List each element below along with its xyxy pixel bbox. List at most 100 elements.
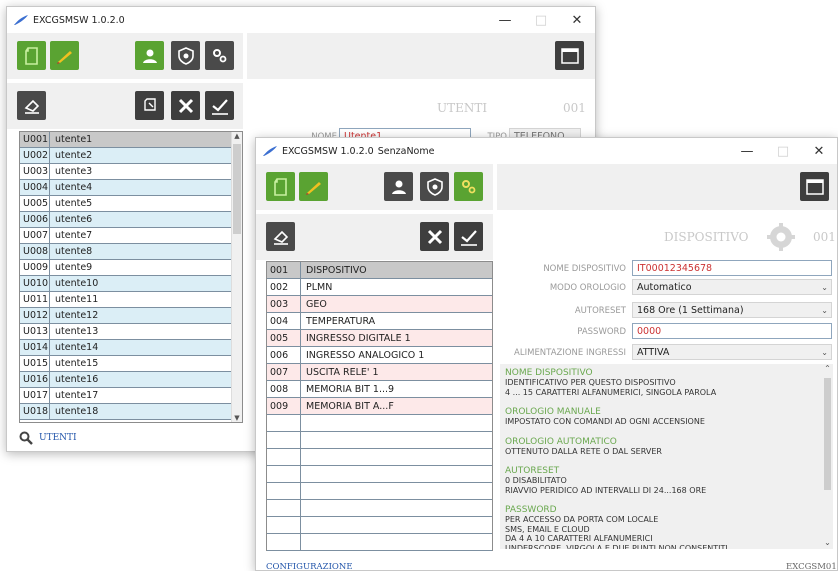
autoreset-select[interactable]: 168 Ore (1 Settimana) ⌄ <box>632 302 832 318</box>
front-open-button[interactable] <box>299 172 328 201</box>
menu-row[interactable] <box>267 415 492 432</box>
back-section-title: UTENTI <box>437 101 488 115</box>
menu-row[interactable] <box>267 432 492 449</box>
front-erase-button[interactable] <box>266 222 295 251</box>
user-name: utente6 <box>55 214 93 225</box>
user-row[interactable]: U011 utente11 <box>20 292 242 308</box>
users-search-label: UTENTI <box>39 433 77 443</box>
menu-code: 007 <box>267 364 301 380</box>
clock-mode-label: MODO OROLOGIO <box>549 283 626 293</box>
password-field[interactable]: 0000 <box>632 323 832 339</box>
menu-row[interactable]: 001 DISPOSITIVO <box>267 262 492 279</box>
front-new-file-button[interactable] <box>266 172 295 201</box>
user-row[interactable]: U014 utente14 <box>20 340 242 356</box>
menu-row[interactable]: 005 INGRESSO DIGITALE 1 <box>267 330 492 347</box>
back-maximize-button[interactable]: □ <box>523 7 559 33</box>
user-code: U017 <box>20 388 50 403</box>
users-search[interactable]: UTENTI <box>19 431 77 445</box>
back-device-button[interactable] <box>171 41 200 70</box>
menu-row[interactable] <box>267 534 492 551</box>
help-line: IMPOSTATO CON COMANDI AD OGNI ACCENSIONE <box>505 417 705 426</box>
window-icon <box>805 178 824 195</box>
user-row[interactable]: U005 utente5 <box>20 196 242 212</box>
user-row[interactable]: U010 utente10 <box>20 276 242 292</box>
back-edit-toolbar <box>7 83 243 129</box>
menu-name: MEMORIA BIT A...F <box>306 400 394 412</box>
help-heading: PASSWORD <box>505 505 557 515</box>
help-line: PER ACCESSO DA PORTA COM LOCALE <box>505 515 659 524</box>
menu-row[interactable] <box>267 500 492 517</box>
front-gear-icon <box>766 222 796 255</box>
user-name: utente9 <box>55 262 93 273</box>
app-feather-icon <box>13 13 29 27</box>
user-code: U016 <box>20 372 50 387</box>
front-minimize-button[interactable]: — <box>729 138 765 164</box>
front-users-button[interactable] <box>384 172 413 201</box>
back-open-button[interactable] <box>50 41 79 70</box>
user-row[interactable]: U017 utente17 <box>20 388 242 404</box>
shield-icon <box>177 46 194 65</box>
front-settings-button[interactable] <box>454 172 483 201</box>
menu-row[interactable]: 003 GEO <box>267 296 492 313</box>
user-code: U003 <box>20 164 50 179</box>
input-power-select[interactable]: ATTIVA ⌄ <box>632 344 832 360</box>
menu-row[interactable] <box>267 517 492 534</box>
clock-mode-select[interactable]: Automatico ⌄ <box>632 279 832 295</box>
user-row[interactable]: U003 utente3 <box>20 164 242 180</box>
user-row[interactable]: U007 utente7 <box>20 228 242 244</box>
menu-name: DISPOSITIVO <box>306 264 367 276</box>
back-confirm-button[interactable] <box>205 91 234 120</box>
user-row[interactable]: U015 utente15 <box>20 356 242 372</box>
back-erase-button[interactable] <box>17 91 46 120</box>
menu-name: USCITA RELE' 1 <box>306 366 379 378</box>
front-delete-button[interactable] <box>420 222 449 251</box>
back-new-file-button[interactable] <box>17 41 46 70</box>
users-scrollbar[interactable]: ▲ ▼ <box>231 132 242 422</box>
help-scrollbar[interactable]: ⌃ ⌄ <box>822 364 833 549</box>
user-name: utente2 <box>55 150 93 161</box>
front-device-button[interactable] <box>420 172 449 201</box>
user-name: utente15 <box>55 358 99 369</box>
user-code: U012 <box>20 308 50 323</box>
menu-row[interactable]: 009 MEMORIA BIT A...F <box>267 398 492 415</box>
user-row[interactable]: U013 utente13 <box>20 324 242 340</box>
device-name-field[interactable]: IT00012345678 <box>632 260 832 276</box>
menu-row[interactable] <box>267 466 492 483</box>
user-row[interactable]: U001 utente1 <box>20 132 242 148</box>
back-window-toggle-button[interactable] <box>555 41 584 70</box>
user-row[interactable]: U002 utente2 <box>20 148 242 164</box>
back-users-button[interactable] <box>135 41 164 70</box>
back-copy-button[interactable] <box>135 91 164 120</box>
user-row[interactable]: U006 utente6 <box>20 212 242 228</box>
user-name: utente5 <box>55 198 93 209</box>
user-name: utente11 <box>55 294 99 305</box>
front-maximize-button[interactable]: □ <box>765 138 801 164</box>
front-close-button[interactable]: ✕ <box>801 138 837 164</box>
user-row[interactable]: U009 utente9 <box>20 260 242 276</box>
menu-row[interactable]: 002 PLMN <box>267 279 492 296</box>
user-row[interactable]: U004 utente4 <box>20 180 242 196</box>
user-row[interactable]: U012 utente12 <box>20 308 242 324</box>
search-icon <box>19 431 33 445</box>
user-code: U009 <box>20 260 50 275</box>
menu-row[interactable]: 007 USCITA RELE' 1 <box>267 364 492 381</box>
input-power-value: ATTIVA <box>637 346 670 358</box>
help-line: IDENTIFICATIVO PER QUESTO DISPOSITIVO <box>505 378 676 387</box>
user-row[interactable]: U008 utente8 <box>20 244 242 260</box>
menu-row[interactable] <box>267 483 492 500</box>
user-row[interactable]: U018 utente18 <box>20 404 242 420</box>
menu-row[interactable] <box>267 449 492 466</box>
menu-row[interactable]: 008 MEMORIA BIT 1...9 <box>267 381 492 398</box>
clock-mode-value: Automatico <box>637 281 692 293</box>
back-delete-button[interactable] <box>171 91 200 120</box>
menu-row[interactable]: 006 INGRESSO ANALOGICO 1 <box>267 347 492 364</box>
front-window-toggle-button[interactable] <box>800 172 829 201</box>
back-settings-button[interactable] <box>205 41 234 70</box>
user-row[interactable]: U016 utente16 <box>20 372 242 388</box>
menu-row[interactable]: 004 TEMPERATURA <box>267 313 492 330</box>
back-close-button[interactable]: ✕ <box>559 7 595 33</box>
back-minimize-button[interactable]: — <box>487 7 523 33</box>
front-confirm-button[interactable] <box>454 222 483 251</box>
user-code: U015 <box>20 356 50 371</box>
user-code: U013 <box>20 324 50 339</box>
